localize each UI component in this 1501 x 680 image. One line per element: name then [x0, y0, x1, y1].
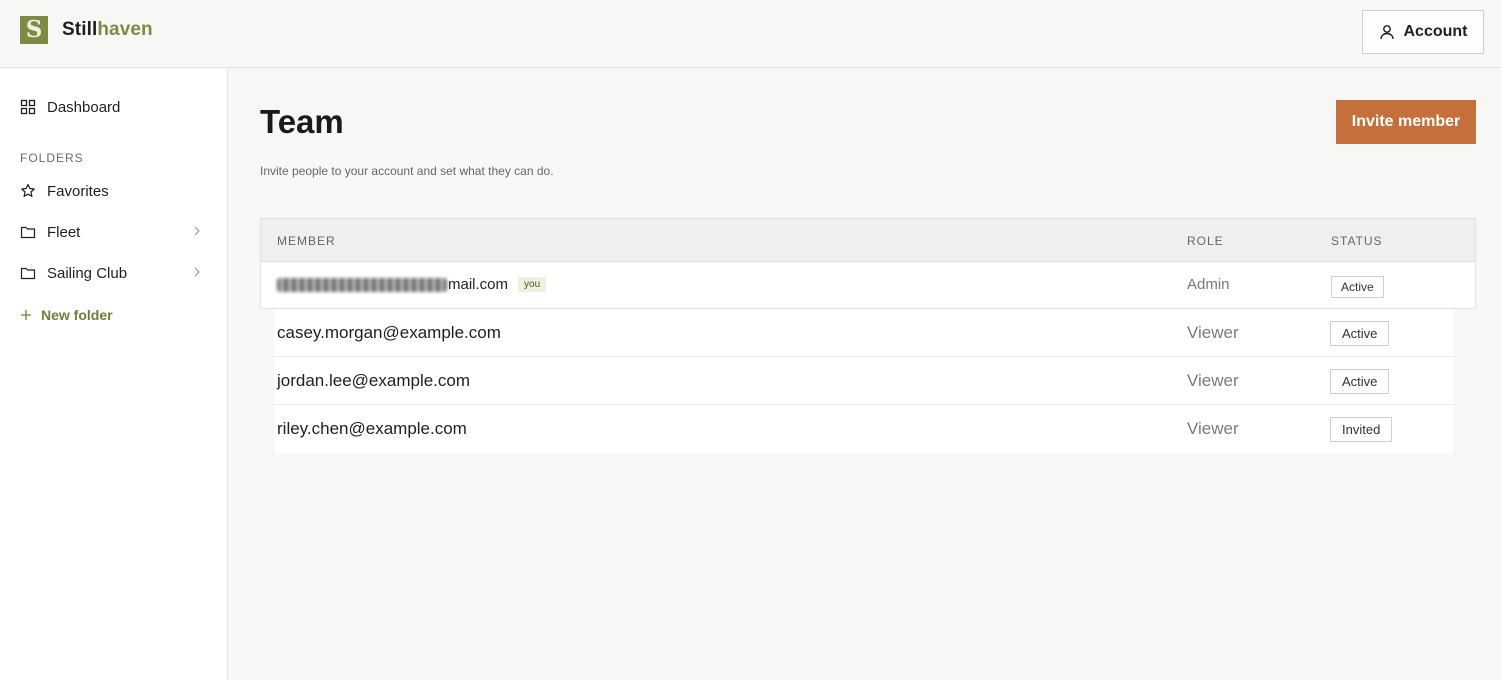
- account-button-label: Account: [1403, 23, 1468, 40]
- account-button[interactable]: Account: [1362, 10, 1484, 54]
- status-badge: Active: [1330, 321, 1390, 346]
- brand-name-first: Still: [62, 19, 98, 40]
- redacted-email: [277, 277, 447, 292]
- member-email: jordan.lee@example.com: [277, 371, 471, 390]
- sidebar: Dashboard FOLDERS Favorites Fleet Sailin…: [0, 69, 228, 680]
- user-icon: [1379, 25, 1394, 40]
- member-role: Viewer: [1187, 371, 1239, 390]
- member-role: Admin: [1187, 276, 1230, 293]
- folders-heading: FOLDERS: [20, 151, 84, 165]
- table-header: MEMBER ROLE STATUS: [260, 218, 1476, 262]
- folder-icon: [20, 226, 36, 239]
- table-row[interactable]: riley.chen@example.com Viewer Invited: [274, 405, 1454, 453]
- sidebar-item-sailing-club[interactable]: Sailing Club: [20, 261, 208, 285]
- status-badge: Active: [1330, 369, 1390, 394]
- page-subtitle: Invite people to your account and set wh…: [260, 164, 554, 178]
- chevron-right-icon[interactable]: [192, 224, 202, 238]
- column-header-member[interactable]: MEMBER: [277, 234, 336, 248]
- sidebar-item-label: Sailing Club: [47, 264, 128, 282]
- chevron-right-icon[interactable]: [192, 265, 202, 279]
- new-folder-button[interactable]: New folder: [20, 307, 113, 323]
- status-badge: Active: [1331, 276, 1384, 298]
- table-row-current-user[interactable]: mail.com you Admin Active: [260, 262, 1476, 309]
- sidebar-item-label: Dashboard: [47, 98, 121, 116]
- member-role: Viewer: [1187, 323, 1239, 342]
- grid-icon: [20, 99, 36, 115]
- star-icon: [21, 183, 35, 197]
- column-header-role[interactable]: ROLE: [1187, 234, 1224, 248]
- page-title: Team: [260, 103, 344, 140]
- sidebar-item-favorites[interactable]: Favorites: [20, 179, 208, 203]
- table-row[interactable]: casey.morgan@example.com Viewer Active: [274, 309, 1454, 357]
- column-header-status[interactable]: STATUS: [1331, 234, 1383, 248]
- member-email: riley.chen@example.com: [277, 419, 467, 438]
- plus-icon: [21, 310, 31, 320]
- member-role: Viewer: [1187, 419, 1239, 438]
- folder-icon: [20, 267, 36, 280]
- top-bar: S Stillhaven Account: [0, 0, 1501, 68]
- brand-name: Stillhaven: [62, 19, 153, 41]
- status-badge: Invited: [1330, 417, 1393, 442]
- brand-logo: S: [20, 16, 48, 44]
- new-folder-label: New folder: [41, 307, 113, 323]
- table-row[interactable]: jordan.lee@example.com Viewer Active: [274, 357, 1454, 405]
- member-email: casey.morgan@example.com: [277, 323, 501, 342]
- member-email-domain: mail.com: [448, 276, 509, 293]
- sidebar-item-dashboard[interactable]: Dashboard: [20, 95, 208, 119]
- brand-name-accent: haven: [97, 19, 153, 40]
- invite-member-button[interactable]: Invite member: [1336, 100, 1476, 144]
- sidebar-item-label: Fleet: [47, 223, 81, 241]
- member-email: mail.com you: [277, 276, 547, 293]
- you-badge: you: [518, 277, 547, 292]
- main-content: Team Invite people to your account and s…: [229, 69, 1501, 680]
- brand-logo-letter: S: [25, 16, 43, 43]
- brand[interactable]: S Stillhaven: [20, 16, 153, 44]
- sidebar-item-fleet[interactable]: Fleet: [20, 220, 208, 244]
- sidebar-item-label: Favorites: [47, 182, 109, 200]
